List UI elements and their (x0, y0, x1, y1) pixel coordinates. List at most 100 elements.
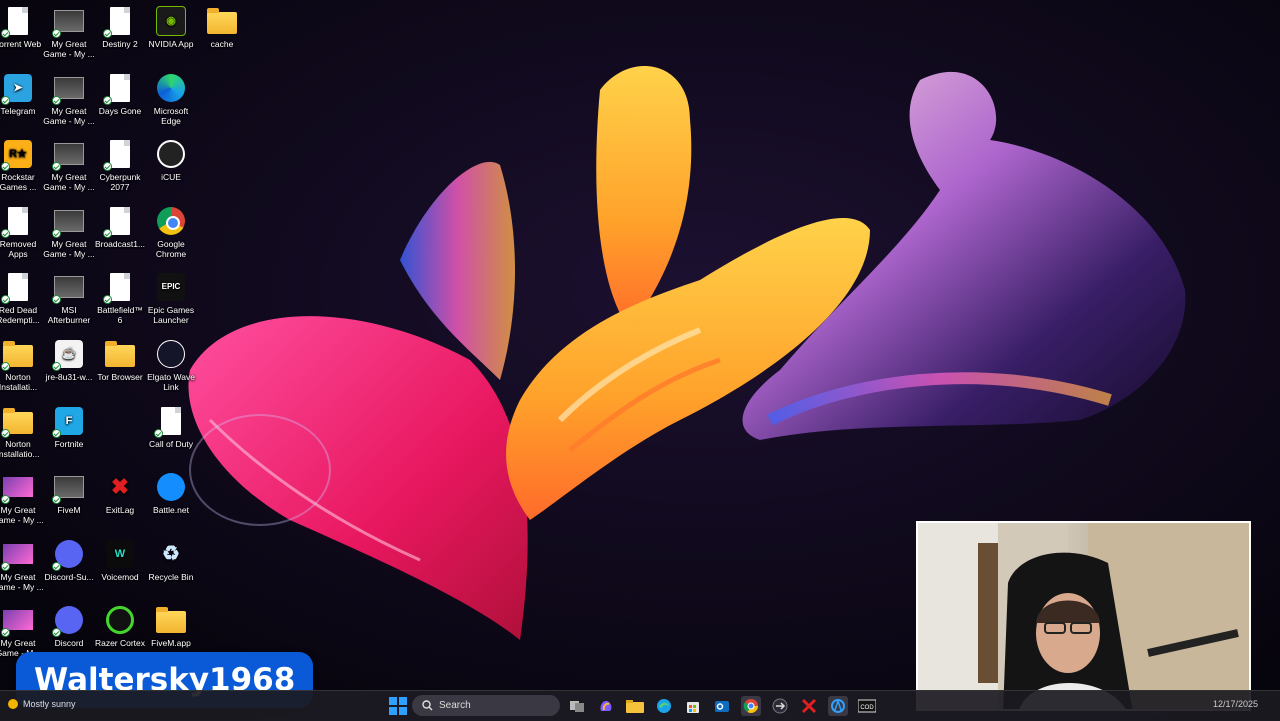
desktop-icon-label: iCUE (161, 172, 181, 183)
desktop-icon-msi[interactable]: MSI Afterburner (43, 266, 95, 330)
webcam-person-image (918, 523, 1249, 709)
sync-check-icon (52, 561, 61, 571)
arrow-icon (772, 698, 788, 714)
desktop-icon-label: Removed Apps (0, 238, 37, 259)
desktop-icon-telegram[interactable]: ➤ Telegram (0, 67, 44, 131)
desktop-icon-game2[interactable]: My Great Game - My ... (43, 67, 95, 131)
desktop-icon-chrome[interactable]: Google Chrome (145, 200, 197, 264)
start-button[interactable] (388, 696, 408, 716)
taskbar-search-box[interactable]: Search (412, 695, 560, 716)
desktop-icon-norton2[interactable]: Norton Installatio... (0, 400, 44, 464)
desktop-icon-epic[interactable]: EPIC Epic Games Launcher (145, 266, 197, 330)
file-icon (103, 6, 135, 38)
desktop-icon-tor[interactable]: Tor Browser (94, 333, 146, 397)
desktop-icon-game4[interactable]: My Great Game - My ... (43, 200, 95, 264)
desktop-icon-jre[interactable]: ☕ jre-8u31-w... (43, 333, 95, 397)
chrome-button[interactable] (741, 696, 761, 716)
razer-cortex-icon (105, 605, 135, 635)
desktop-icon-label: Battle.net (153, 505, 189, 516)
exitlag-button[interactable] (799, 696, 819, 716)
sync-check-icon (52, 29, 61, 38)
desktop-icon-rdr[interactable]: Red Dead Redempti... (0, 266, 44, 330)
desktop-icon-voicemod[interactable]: W Voicemod (94, 533, 146, 597)
file-icon (103, 73, 135, 105)
desktop-icon-fortnite[interactable]: F Fortnite (43, 400, 95, 464)
store-button[interactable] (683, 696, 703, 716)
desktop-icon-bf6[interactable]: Battlefield™ 6 (94, 266, 146, 330)
shortcut-thumbnail-icon (52, 472, 84, 505)
desktop-icon-label: jre-8u31-w... (45, 372, 93, 382)
shortcut-thumbnail-icon (52, 272, 84, 305)
desktop-icon-label: Elgato Wave Link (147, 372, 195, 392)
desktop-icon-game6[interactable]: My Great Game - My ... (0, 533, 44, 597)
sync-check-icon (1, 29, 10, 38)
cod-button[interactable]: COD (857, 696, 877, 716)
edge-icon (657, 699, 671, 713)
outlook-icon (715, 701, 729, 712)
search-icon (422, 700, 433, 711)
file-explorer-button[interactable] (625, 696, 645, 716)
sync-check-icon (52, 628, 61, 638)
task-view-button[interactable] (567, 696, 587, 716)
desktop-icon-daysgone[interactable]: Days Gone (94, 67, 146, 131)
sync-check-icon (52, 362, 61, 371)
sync-check-icon (52, 295, 61, 305)
folder-icon (156, 605, 186, 635)
desktop-icon-nvidia[interactable]: ◉ NVIDIA App (145, 0, 197, 64)
desktop-icon-elgato[interactable]: Elgato Wave Link (145, 333, 197, 397)
file-icon (103, 206, 135, 238)
desktop-icon-discord_su[interactable]: Discord-Su... (43, 533, 95, 597)
file-icon (1, 6, 33, 38)
desktop-icon-exitlag[interactable]: ✖ ExitLag (94, 466, 146, 530)
desktop-icon-label: Epic Games Launcher (147, 305, 195, 326)
desktop-icon-label: Broadcast1... (94, 238, 146, 249)
desktop-icon-game5[interactable]: My Great Game - My ... (0, 466, 44, 530)
desktop-icon-label: MSI Afterburner (47, 305, 91, 326)
desktop-icon-icue[interactable]: iCUE (145, 133, 197, 197)
edge-button[interactable] (654, 696, 674, 716)
windows-icon (389, 697, 407, 715)
taskbar-clock[interactable]: 12/17/2025 (1213, 699, 1258, 709)
desktop-icon-cache[interactable]: cache (196, 0, 248, 64)
outlook-button[interactable] (712, 696, 732, 716)
desktop-icon-label: Call of Duty (149, 438, 193, 449)
epic-games-icon: EPIC (156, 272, 186, 302)
desktop-icon-battlenet[interactable]: Battle.net (145, 466, 197, 530)
sync-check-icon (52, 428, 61, 438)
folder-icon (105, 339, 135, 369)
desktop-icon-label: Recycle Bin (148, 571, 194, 582)
sync-check-icon (52, 495, 61, 505)
desktop-icon-norton1[interactable]: Norton Installati... (0, 333, 44, 397)
desktop-icon-label: ExitLag (105, 505, 135, 516)
desktop-icon-edge[interactable]: Microsoft Edge (145, 67, 197, 131)
call-of-duty-icon: COD (858, 699, 876, 713)
desktop-icon-removed[interactable]: Removed Apps (0, 200, 44, 264)
desktop-icon-label: Discord (54, 638, 84, 649)
folder-icon (1, 339, 33, 371)
sync-check-icon (52, 228, 61, 238)
file-icon (154, 406, 186, 438)
task-view-icon (570, 701, 584, 712)
desktop-icon-cod[interactable]: Call of Duty (145, 400, 197, 464)
battlenet-button[interactable] (828, 696, 848, 716)
desktop-icon-label: Voicemod (101, 571, 139, 582)
app-button[interactable] (770, 696, 790, 716)
desktop-icon-broadcast[interactable]: Broadcast1... (94, 200, 146, 264)
sync-check-icon (1, 295, 10, 305)
desktop-icon-cyberpunk[interactable]: Cyberpunk 2077 (94, 133, 146, 197)
chrome-icon (156, 206, 186, 236)
chrome-icon (743, 699, 758, 713)
desktop-icon-destiny[interactable]: Destiny 2 (94, 0, 146, 64)
weather-widget[interactable]: Mostly sunny (8, 699, 76, 709)
desktop-icon-game1[interactable]: My Great Game - My ... (43, 0, 95, 64)
sync-check-icon (103, 228, 112, 238)
desktop-icon-label: Discord-Su... (44, 571, 94, 582)
sync-check-icon (1, 95, 10, 105)
copilot-button[interactable] (596, 696, 616, 716)
sync-check-icon (1, 628, 10, 638)
desktop-icon-recycle[interactable]: ♻ Recycle Bin (145, 533, 197, 597)
desktop-icon-torrent[interactable]: Torrent Web (0, 0, 44, 64)
desktop-icon-game3[interactable]: My Great Game - My ... (43, 133, 95, 197)
desktop-icon-rockstar[interactable]: R★ Rockstar Games ... (0, 133, 44, 197)
desktop-icon-fivem[interactable]: FiveM (43, 466, 95, 530)
